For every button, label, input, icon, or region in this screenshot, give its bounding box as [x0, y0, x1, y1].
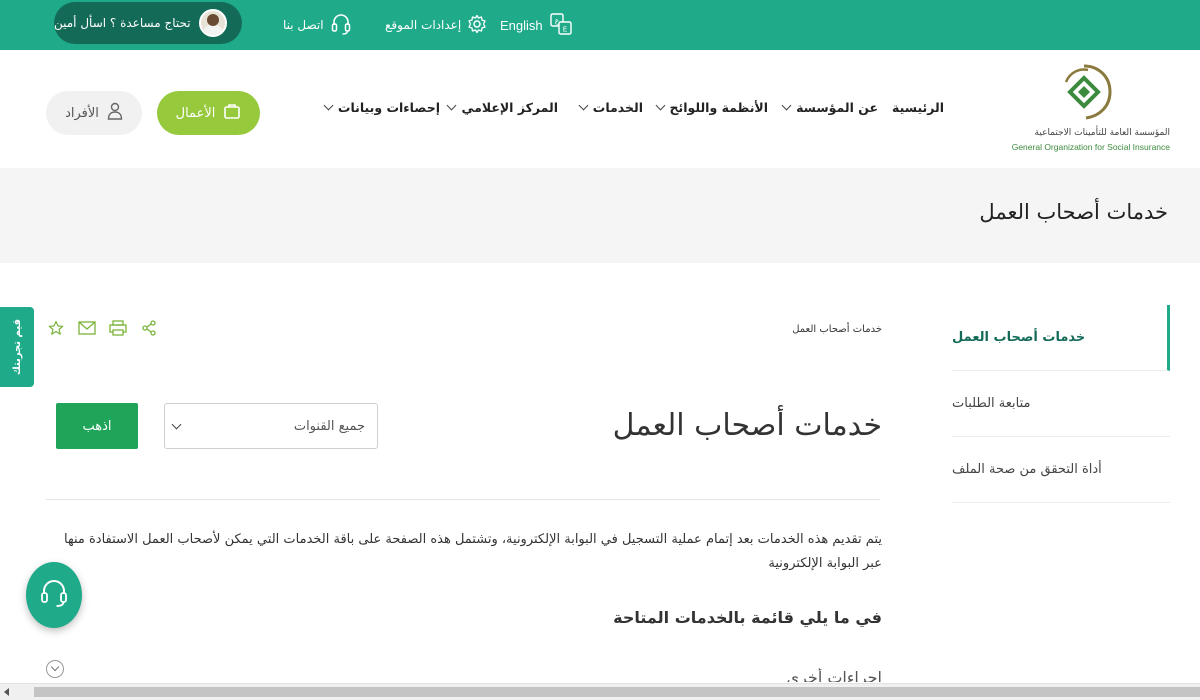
print-icon[interactable]: [108, 318, 127, 337]
sidebar-item-track-requests[interactable]: متابعة الطلبات: [952, 371, 1170, 437]
business-login-button[interactable]: الأعمال: [157, 91, 260, 135]
nav-regulations[interactable]: الأنظمة واللوائح: [655, 100, 768, 115]
amin-avatar: [198, 9, 227, 37]
breadcrumb[interactable]: خدمات أصحاب العمل: [792, 324, 882, 335]
nav-services[interactable]: الخدمات: [578, 100, 643, 115]
chevron-down-icon[interactable]: [46, 660, 64, 678]
site-settings-link[interactable]: إعدادات الموقع: [385, 0, 487, 50]
ask-amin-label: تحتاج مساعدة ؟ اسأل أمين: [54, 16, 191, 30]
nav-about[interactable]: عن المؤسسة: [781, 100, 878, 115]
rate-experience-label: قيم تجربتك: [11, 318, 23, 376]
page-title: خدمات أصحاب العمل: [979, 200, 1168, 224]
nav-home[interactable]: الرئيسية: [892, 100, 944, 115]
logo-english-text: General Organization for Social Insuranc…: [1011, 142, 1170, 152]
svg-text:E: E: [562, 25, 566, 33]
site-settings-label: إعدادات الموقع: [385, 18, 462, 32]
intro-paragraph: يتم تقديم هذه الخدمات بعد إتمام عملية ال…: [64, 532, 882, 571]
scroll-left-icon[interactable]: [4, 688, 9, 696]
individuals-login-button[interactable]: الأفراد: [46, 91, 142, 135]
nav-stats[interactable]: إحصاءات وبيانات: [323, 100, 440, 115]
scrollbar-thumb[interactable]: [34, 687, 1200, 697]
channel-select-value: جميع القنوات: [293, 418, 365, 434]
language-switch[interactable]: عE English: [500, 0, 573, 50]
nav-media[interactable]: المركز الإعلامي: [447, 100, 558, 115]
page-title-band: خدمات أصحاب العمل: [0, 168, 1200, 263]
share-icon[interactable]: [139, 318, 158, 337]
channel-select[interactable]: جميع القنوات: [164, 403, 378, 449]
main-header: المؤسسة العامة للتأمينات الاجتماعية Gene…: [0, 50, 1200, 168]
nav-media-label: المركز الإعلامي: [461, 100, 558, 115]
other-procedures-accordion[interactable]: إجراءات أخرى: [787, 668, 882, 682]
horizontal-scrollbar[interactable]: [0, 683, 1200, 700]
sidebar-item-label: أداة التحقق من صحة الملف: [952, 462, 1102, 477]
briefcase-icon: [223, 102, 241, 124]
ask-amin-button[interactable]: تحتاج مساعدة ؟ اسأل أمين: [54, 2, 242, 44]
contact-us-link[interactable]: اتصل بنا: [283, 0, 352, 50]
rate-experience-tab[interactable]: قيم تجربتك: [0, 307, 34, 387]
nav-home-label: الرئيسية: [892, 100, 944, 115]
sidebar-item-label: خدمات أصحاب العمل: [952, 330, 1086, 345]
sidebar-item-employer-services[interactable]: خدمات أصحاب العمل: [952, 305, 1170, 371]
divider: [46, 499, 880, 500]
business-login-label: الأعمال: [175, 105, 216, 121]
individuals-login-label: الأفراد: [65, 105, 99, 121]
translate-icon: عE: [549, 12, 573, 39]
page-tools: [46, 318, 158, 337]
mail-icon[interactable]: [77, 318, 96, 337]
chevron-down-icon: [447, 100, 457, 111]
chevron-down-icon: [578, 100, 589, 111]
nav-stats-label: إحصاءات وبيانات: [337, 100, 440, 115]
support-chat-button[interactable]: [26, 562, 82, 628]
go-button[interactable]: اذهب: [56, 403, 138, 449]
user-icon: [107, 102, 123, 124]
star-icon[interactable]: [46, 318, 65, 337]
services-heading: خدمات أصحاب العمل: [612, 408, 882, 443]
nav-about-label: عن المؤسسة: [796, 100, 878, 115]
chevron-down-icon: [171, 419, 182, 430]
sidebar-item-label: متابعة الطلبات: [952, 396, 1031, 411]
contact-us-label: اتصل بنا: [283, 18, 324, 32]
headset-icon: [330, 12, 352, 39]
nav-services-label: الخدمات: [592, 100, 643, 115]
logo-arabic-text: المؤسسة العامة للتأمينات الاجتماعية: [1034, 128, 1170, 138]
nav-regulations-label: الأنظمة واللوائح: [669, 100, 768, 115]
side-menu: خدمات أصحاب العمل متابعة الطلبات أداة ال…: [952, 305, 1170, 503]
chevron-down-icon: [781, 100, 792, 111]
top-bar: تحتاج مساعدة ؟ اسأل أمين اتصل بنا إعدادا…: [0, 0, 1200, 50]
chevron-down-icon: [655, 100, 665, 111]
chevron-down-icon: [323, 100, 334, 111]
sidebar-item-file-validation[interactable]: أداة التحقق من صحة الملف: [952, 437, 1170, 503]
headset-icon: [39, 577, 69, 613]
gear-icon: [467, 14, 487, 37]
language-label: English: [500, 17, 543, 33]
services-list-heading: في ما يلي قائمة بالخدمات المتاحة: [613, 608, 882, 627]
